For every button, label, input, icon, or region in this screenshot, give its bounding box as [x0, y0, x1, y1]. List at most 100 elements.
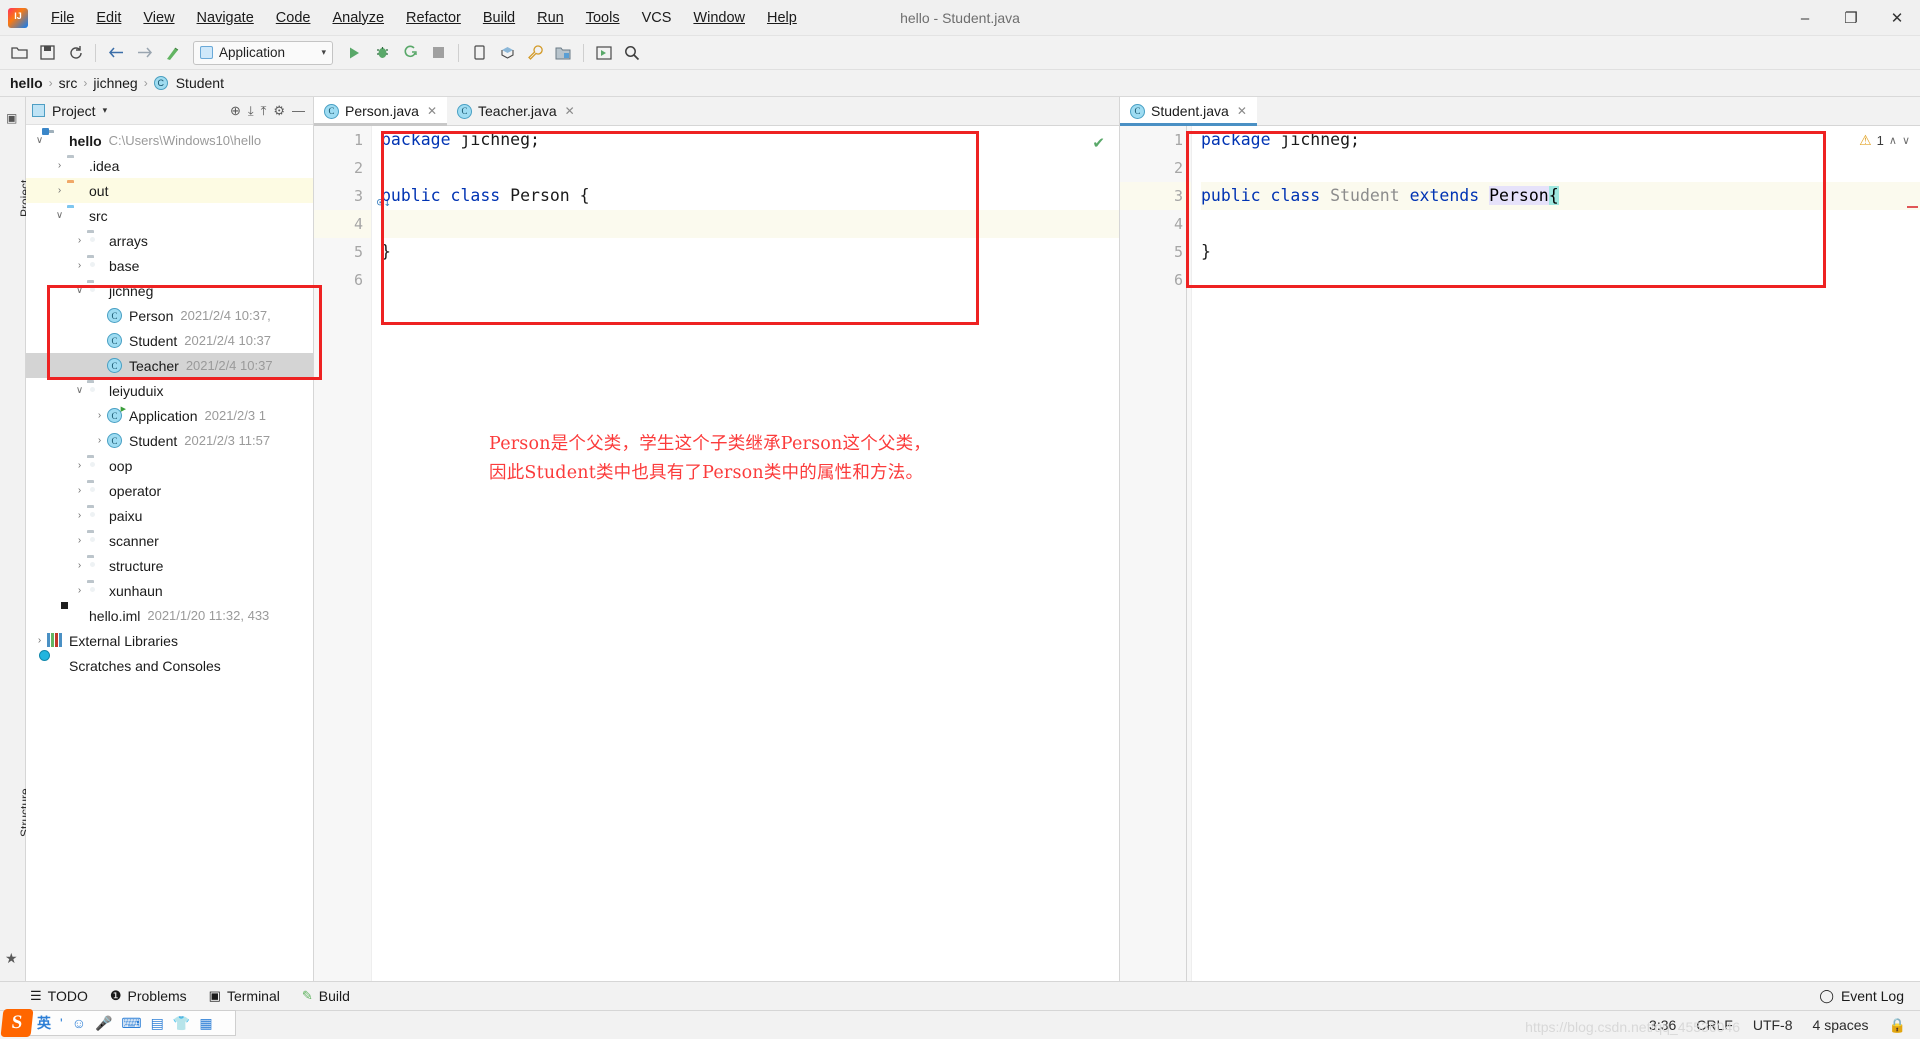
sdk-icon[interactable] [494, 40, 520, 66]
tree-twisty-icon[interactable]: › [72, 535, 87, 546]
menu-build[interactable]: Build [472, 5, 526, 31]
project-tree[interactable]: ∨ hello C:\Users\Windows10\hello › .idea › out… [26, 125, 313, 981]
tab-person-java[interactable]: C Person.java ✕ [314, 97, 447, 126]
device-icon[interactable] [466, 40, 492, 66]
tree-twisty-icon[interactable]: › [92, 410, 107, 421]
tree-twisty-icon[interactable]: › [72, 235, 87, 246]
back-icon[interactable] [103, 40, 129, 66]
tree-twisty-icon[interactable]: ∨ [72, 385, 87, 396]
menu-file[interactable]: File [40, 5, 85, 31]
sync-icon[interactable] [62, 40, 88, 66]
next-problem-icon[interactable]: ∨ [1902, 134, 1910, 147]
tree-node-student[interactable]: › C Student 2021/2/3 11:57 [26, 428, 313, 453]
close-icon[interactable]: ✕ [1237, 104, 1247, 118]
tree-node-scanner[interactable]: › scanner [26, 528, 313, 553]
breadcrumb-item-hello[interactable]: hello [10, 75, 43, 91]
error-stripe-marker[interactable] [1907, 206, 1918, 208]
tree-twisty-icon[interactable]: › [72, 260, 87, 271]
tree-node-src[interactable]: ∨ src [26, 203, 313, 228]
keyboard-icon[interactable]: ⌨ [121, 1015, 141, 1032]
tree-node-structure[interactable]: › structure [26, 553, 313, 578]
tree-node-oop[interactable]: › oop [26, 453, 313, 478]
code-line[interactable]: public class Student extends Person{ [1201, 182, 1920, 210]
chevron-down-icon[interactable]: ▾ [103, 105, 108, 116]
code-line[interactable] [1201, 210, 1920, 238]
tree-node-student[interactable]: C Student 2021/2/4 10:37 [26, 328, 313, 353]
previous-problem-icon[interactable]: ∧ [1889, 134, 1897, 147]
tree-node-operator[interactable]: › operator [26, 478, 313, 503]
ime-mode-label[interactable]: 英 [37, 1013, 51, 1033]
menu-view[interactable]: View [132, 5, 185, 31]
run-coverage-icon[interactable] [397, 40, 423, 66]
run-icon[interactable] [341, 40, 367, 66]
apps-grid-icon[interactable]: ▦ [199, 1015, 212, 1032]
close-button[interactable]: ✕ [1874, 0, 1920, 36]
search-icon[interactable] [619, 40, 645, 66]
menu-run[interactable]: Run [526, 5, 575, 31]
tree-node-teacher[interactable]: C Teacher 2021/2/4 10:37 [26, 353, 313, 378]
code-line[interactable] [1201, 154, 1920, 182]
menu-vcs[interactable]: VCS [631, 5, 683, 31]
stop-icon[interactable] [425, 40, 451, 66]
code-line[interactable]: public class Person { [381, 182, 1119, 210]
tree-node-arrays[interactable]: › arrays [26, 228, 313, 253]
code-line[interactable]: } [381, 238, 1119, 266]
expand-all-icon[interactable]: ⤓ [248, 103, 254, 119]
tree-twisty-icon[interactable]: › [72, 460, 87, 471]
build-icon[interactable] [159, 40, 185, 66]
lock-icon[interactable]: 🔒 [1889, 1017, 1906, 1034]
code-line[interactable] [1201, 266, 1920, 294]
hide-panel-icon[interactable]: — [292, 103, 305, 118]
fold-region-bar[interactable] [1186, 182, 1188, 242]
forward-icon[interactable] [131, 40, 157, 66]
open-folder-icon[interactable] [6, 40, 32, 66]
code-line[interactable] [381, 266, 1119, 294]
close-icon[interactable]: ✕ [427, 104, 437, 118]
save-icon[interactable] [34, 40, 60, 66]
settings-gear-icon[interactable]: ⚙ [273, 103, 285, 119]
tree-node-xunhaun[interactable]: › xunhaun [26, 578, 313, 603]
menu-analyze[interactable]: Analyze [321, 5, 395, 31]
tool-tab-build[interactable]: ✎ Build [302, 988, 350, 1004]
menu-tools[interactable]: Tools [575, 5, 631, 31]
tree-node-scratches-and-consoles[interactable]: Scratches and Consoles [26, 653, 313, 678]
menu-edit[interactable]: Edit [85, 5, 132, 31]
tree-twisty-icon[interactable]: › [72, 485, 87, 496]
tree-twisty-icon[interactable]: › [72, 560, 87, 571]
tab-teacher-java[interactable]: C Teacher.java ✕ [447, 97, 585, 125]
tree-node-external-libraries[interactable]: › External Libraries [26, 628, 313, 653]
tree-node--idea[interactable]: › .idea [26, 153, 313, 178]
run-configuration-selector[interactable]: Application ▾ [193, 40, 333, 65]
tree-node-jichneg[interactable]: ∨ jichneg [26, 278, 313, 303]
editor-gutter-left[interactable]: 1 2 3 ⊙↓ 4 5 6 [314, 126, 391, 981]
breadcrumb-item-jichneg[interactable]: jichneg [93, 75, 137, 91]
code-line[interactable] [381, 210, 1119, 238]
preview-icon[interactable] [591, 40, 617, 66]
sogou-ime-logo-icon[interactable]: S [0, 1009, 34, 1037]
tree-node-hello-iml[interactable]: hello.iml 2021/1/20 11:32, 433 [26, 603, 313, 628]
inspection-widget[interactable]: ⚠ 1 ∧ ∨ [1859, 132, 1910, 149]
menu-navigate[interactable]: Navigate [186, 5, 265, 31]
debug-icon[interactable] [369, 40, 395, 66]
tree-node-paixu[interactable]: › paixu [26, 503, 313, 528]
code-line[interactable] [381, 154, 1119, 182]
indent-setting[interactable]: 4 spaces [1813, 1017, 1869, 1033]
tree-twisty-icon[interactable]: ∨ [72, 285, 87, 296]
breadcrumb-item-src[interactable]: src [59, 75, 78, 91]
menu-code[interactable]: Code [265, 5, 322, 31]
settings-wrench-icon[interactable] [522, 40, 548, 66]
tool-tab-terminal[interactable]: ▣ Terminal [209, 988, 280, 1004]
tree-node-leiyuduix[interactable]: ∨ leiyuduix [26, 378, 313, 403]
code-line[interactable]: } [1201, 238, 1920, 266]
locate-icon[interactable]: ⊕ [230, 103, 241, 119]
code-line[interactable]: package jichneg; [381, 126, 1119, 154]
punctuation-icon[interactable]: ' [60, 1015, 63, 1031]
editor-body-right[interactable]: 1 2 3 4 5 6 package jichneg; public class Stud… [1120, 126, 1920, 981]
collapse-all-icon[interactable]: ⤒ [261, 103, 267, 119]
tree-node-application[interactable]: ›C Application 2021/2/3 1 [26, 403, 313, 428]
tree-twisty-icon[interactable]: ∨ [32, 135, 47, 146]
microphone-icon[interactable]: 🎤 [95, 1015, 112, 1032]
tree-twisty-icon[interactable]: › [72, 510, 87, 521]
minimize-button[interactable]: – [1782, 0, 1828, 36]
tree-twisty-icon[interactable]: › [32, 635, 47, 646]
